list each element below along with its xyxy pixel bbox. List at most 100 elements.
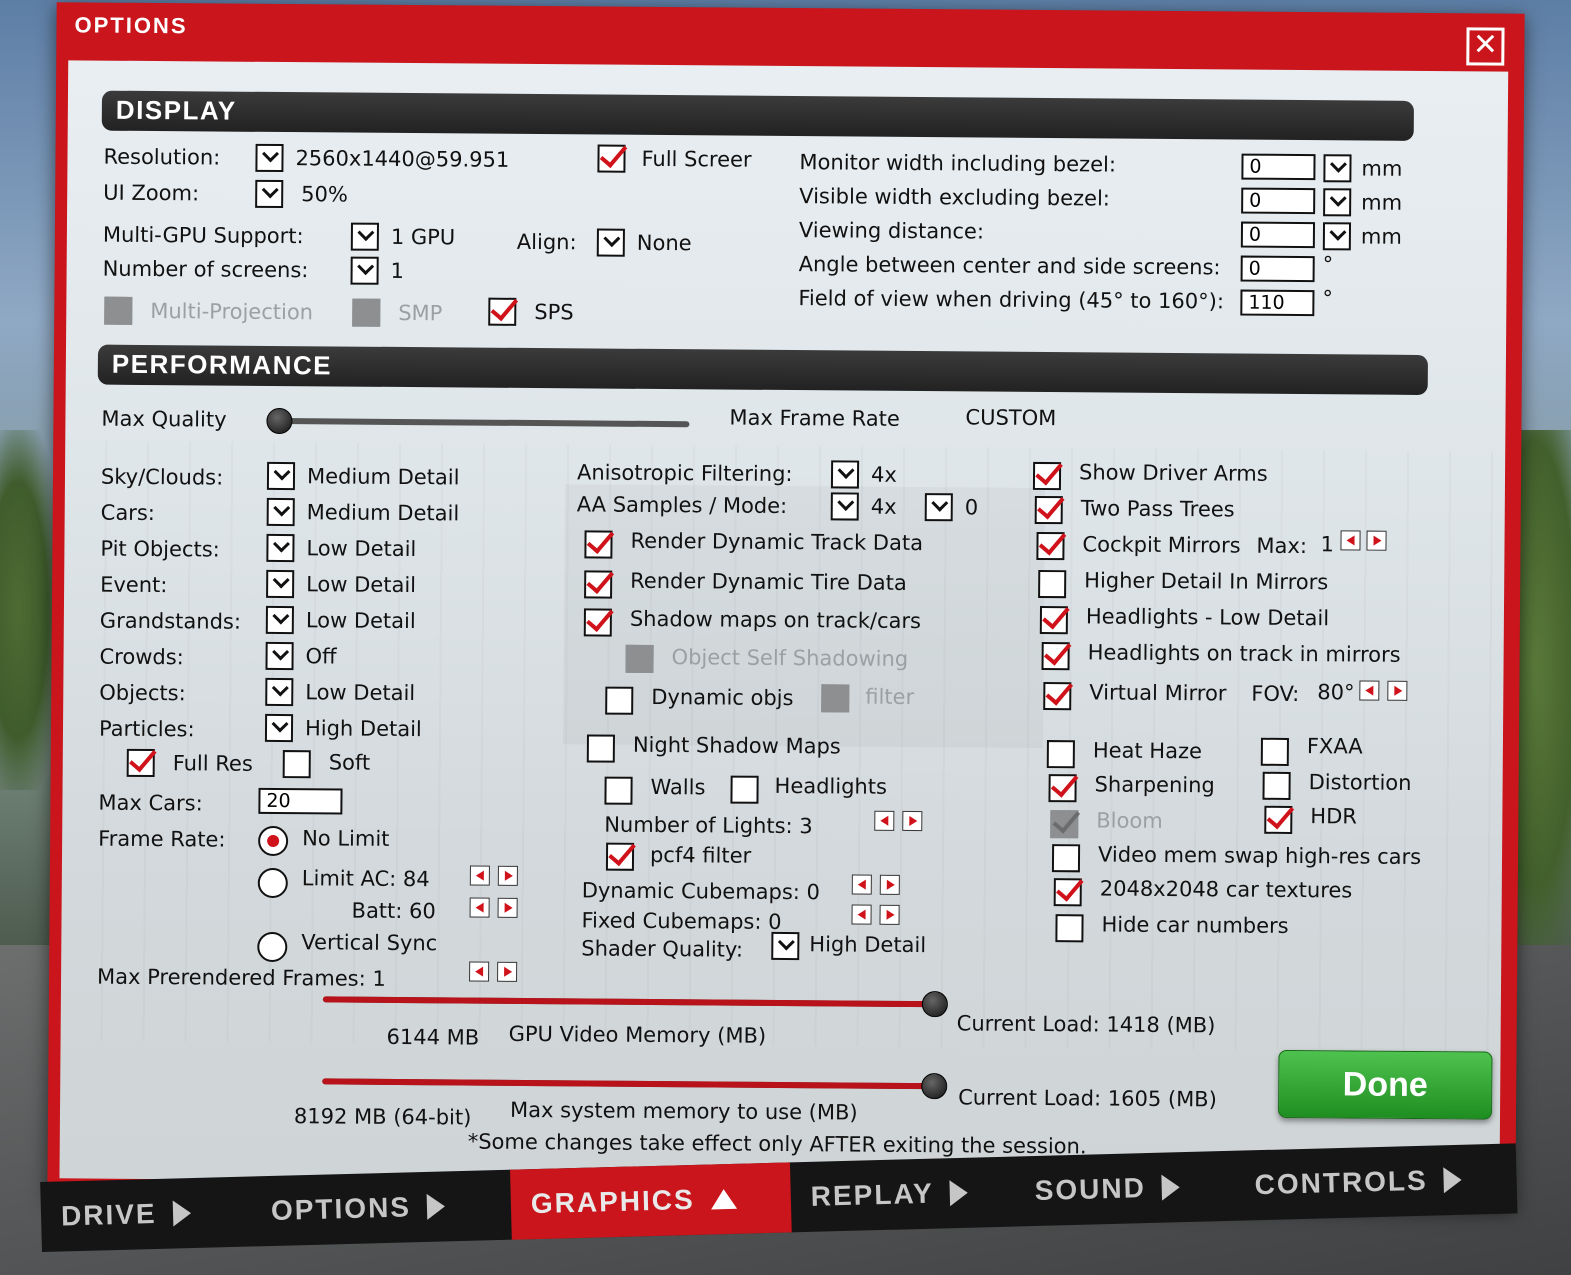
visible-width-unit-dropdown-icon[interactable] — [1323, 188, 1352, 217]
resolution-label: Resolution: — [103, 144, 221, 170]
viewing-distance-unit: mm — [1360, 224, 1402, 249]
ui-zoom-dropdown-icon[interactable] — [255, 179, 284, 209]
batt-decrease-icon[interactable] — [469, 897, 490, 918]
show-arms-checkbox[interactable] — [1032, 461, 1062, 491]
visible-width-field[interactable]: 0 — [1241, 187, 1316, 215]
viewing-distance-field[interactable]: 0 — [1240, 221, 1316, 249]
aniso-dropdown-icon[interactable] — [830, 460, 860, 489]
limit-ac-decrease-icon[interactable] — [469, 865, 490, 886]
shader-dropdown-icon[interactable] — [771, 931, 800, 961]
prerendered-decrease-icon[interactable] — [469, 961, 490, 982]
quality-slider[interactable] — [266, 407, 690, 435]
multi-projection-checkbox[interactable] — [104, 296, 133, 325]
filter-checkbox[interactable] — [821, 684, 850, 713]
quality-slider-knob[interactable] — [266, 407, 293, 435]
max-cars-field[interactable]: 20 — [258, 787, 343, 815]
cockpit-mirrors-label: Cockpit Mirrors — [1082, 532, 1241, 558]
walls-checkbox[interactable] — [604, 776, 633, 805]
hdr-checkbox[interactable] — [1264, 805, 1293, 834]
two-pass-checkbox[interactable] — [1034, 495, 1063, 525]
higher-detail-checkbox[interactable] — [1038, 569, 1067, 599]
dyn-cubemaps-decrease-icon[interactable] — [851, 874, 872, 895]
resolution-dropdown-icon[interactable] — [255, 143, 284, 173]
tab-options[interactable]: OPTIONS — [250, 1170, 512, 1247]
vm-fov-increase-icon[interactable] — [1387, 680, 1408, 701]
mirrors-max-decrease-icon[interactable] — [1340, 530, 1361, 551]
tab-label: DRIVE — [60, 1197, 158, 1232]
limit-ac-radio[interactable] — [257, 867, 288, 899]
soft-checkbox[interactable] — [282, 750, 311, 779]
headlights-track-checkbox[interactable] — [1041, 642, 1070, 671]
tab-sound[interactable]: SOUND — [1014, 1151, 1236, 1227]
close-icon[interactable]: ✕ — [1466, 27, 1505, 66]
full-screen-checkbox[interactable] — [597, 144, 626, 173]
aa-samples-dropdown-icon[interactable] — [830, 492, 859, 521]
fov-field[interactable]: 110 — [1240, 289, 1315, 317]
headlights-shadow-checkbox[interactable] — [730, 775, 759, 804]
monitor-width-field[interactable]: 0 — [1241, 153, 1316, 181]
bloom-checkbox[interactable] — [1050, 810, 1079, 839]
batt-increase-icon[interactable] — [497, 897, 518, 918]
vsync-radio[interactable] — [257, 931, 288, 963]
headlights-low-checkbox[interactable] — [1039, 605, 1069, 635]
align-dropdown-icon[interactable] — [596, 228, 625, 257]
screens-dropdown-icon[interactable] — [350, 256, 379, 285]
render-track-checkbox[interactable] — [584, 530, 613, 559]
sky-clouds-dropdown-icon[interactable] — [266, 461, 296, 491]
virtual-mirror-checkbox[interactable] — [1043, 682, 1072, 711]
num-lights-increase-icon[interactable] — [902, 810, 923, 832]
fixed-cubemaps-increase-icon[interactable] — [879, 904, 900, 925]
objects-dropdown-icon[interactable] — [265, 677, 294, 707]
cars-dropdown-icon[interactable] — [266, 497, 295, 527]
aa-mode-dropdown-icon[interactable] — [924, 493, 953, 522]
fixed-cubemaps-decrease-icon[interactable] — [851, 904, 872, 925]
tab-replay[interactable]: REPLAY — [790, 1157, 1016, 1233]
event-dropdown-icon[interactable] — [266, 569, 295, 599]
system-memory-slider[interactable] — [322, 1073, 948, 1100]
angle-field[interactable]: 0 — [1240, 255, 1315, 283]
fxaa-checkbox[interactable] — [1260, 737, 1289, 766]
grandstands-dropdown-icon[interactable] — [265, 605, 294, 635]
num-lights-decrease-icon[interactable] — [874, 810, 895, 831]
gpu-memory-slider[interactable] — [322, 991, 948, 1018]
particles-dropdown-icon[interactable] — [264, 713, 294, 743]
full-res-checkbox[interactable] — [126, 748, 155, 778]
pit-objects-dropdown-icon[interactable] — [266, 533, 295, 563]
dyn-cubemaps-increase-icon[interactable] — [879, 874, 900, 895]
smp-checkbox[interactable] — [352, 298, 381, 327]
shadow-maps-checkbox[interactable] — [583, 608, 612, 637]
system-memory-slider-knob[interactable] — [921, 1073, 948, 1100]
textures-2048-checkbox[interactable] — [1053, 878, 1082, 907]
night-shadow-checkbox[interactable] — [586, 734, 615, 763]
cockpit-mirrors-checkbox[interactable] — [1036, 531, 1065, 561]
tab-label: CONTROLS — [1254, 1164, 1429, 1201]
pcf4-checkbox[interactable] — [605, 842, 635, 871]
tab-controls[interactable]: CONTROLS — [1234, 1144, 1498, 1221]
multi-gpu-dropdown-icon[interactable] — [350, 222, 379, 251]
sharpening-checkbox[interactable] — [1048, 774, 1077, 803]
vm-fov-value: 80° — [1317, 680, 1355, 705]
tab-graphics[interactable]: GRAPHICS — [510, 1162, 792, 1240]
no-limit-radio[interactable] — [258, 825, 289, 857]
dynamic-objs-checkbox[interactable] — [605, 686, 634, 715]
sps-checkbox[interactable] — [488, 297, 517, 326]
video-swap-checkbox[interactable] — [1051, 844, 1081, 873]
vm-fov-decrease-icon[interactable] — [1359, 680, 1380, 701]
mirrors-max-increase-icon[interactable] — [1366, 530, 1387, 551]
viewing-distance-unit-dropdown-icon[interactable] — [1322, 222, 1352, 251]
distortion-label: Distortion — [1308, 770, 1412, 795]
heat-haze-checkbox[interactable] — [1046, 740, 1075, 769]
walls-label: Walls — [650, 774, 706, 800]
monitor-width-unit-dropdown-icon[interactable] — [1323, 154, 1352, 183]
render-tire-checkbox[interactable] — [584, 570, 613, 599]
self-shadowing-checkbox[interactable] — [625, 644, 654, 673]
prerendered-increase-icon[interactable] — [497, 961, 518, 982]
crowds-dropdown-icon[interactable] — [265, 641, 294, 671]
tab-drive[interactable]: DRIVE — [40, 1177, 252, 1252]
distortion-checkbox[interactable] — [1262, 771, 1291, 800]
fxaa-label: FXAA — [1306, 734, 1363, 759]
triangle-right-icon — [172, 1200, 191, 1227]
limit-ac-increase-icon[interactable] — [497, 865, 518, 886]
gpu-memory-slider-knob[interactable] — [921, 991, 948, 1018]
hide-numbers-checkbox[interactable] — [1055, 914, 1084, 943]
